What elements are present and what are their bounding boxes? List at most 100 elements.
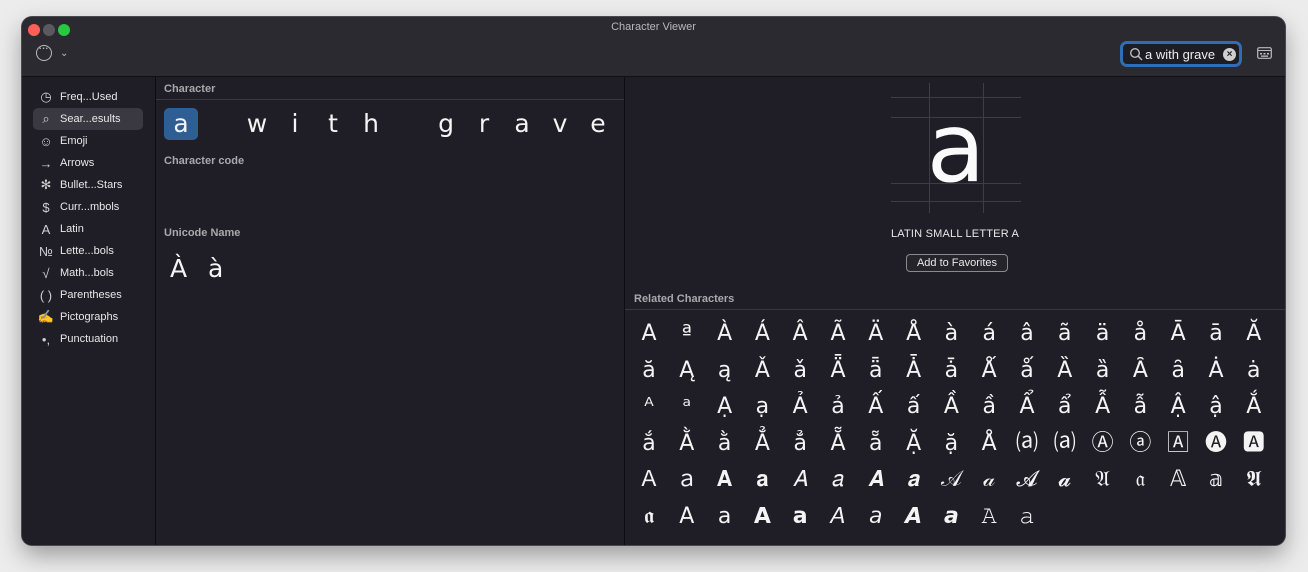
sidebar-item-pictographs[interactable]: ✍ Pictographs — [33, 306, 143, 328]
related-character[interactable]: Ă — [1236, 317, 1272, 351]
related-character[interactable]: 𝔞 — [1122, 463, 1158, 497]
sidebar-item-bullet-stars[interactable]: ✻ Bullet...Stars — [33, 174, 143, 196]
sidebar-item-freq-used[interactable]: ◷ Freq...Used — [33, 86, 143, 108]
related-character[interactable]: Ǟ — [820, 354, 856, 388]
related-character[interactable]: Ẳ — [744, 427, 780, 461]
related-character[interactable]: Ẫ — [1085, 390, 1121, 424]
related-character[interactable]: ǻ — [1009, 354, 1045, 388]
related-character[interactable]: ấ — [896, 390, 932, 424]
search-character[interactable]: r — [467, 108, 501, 140]
related-character[interactable]: 𝗔 — [744, 500, 780, 534]
related-character[interactable]: ａ — [669, 463, 705, 497]
add-to-favorites-button[interactable]: Add to Favorites — [906, 254, 1008, 272]
related-character[interactable]: Ầ — [933, 390, 969, 424]
related-character[interactable]: 𝑨 — [858, 463, 894, 497]
related-character[interactable]: Ａ — [631, 463, 667, 497]
search-character[interactable]: g — [429, 108, 463, 140]
related-character[interactable]: 𝘼 — [896, 500, 932, 534]
related-character[interactable]: Ǻ — [971, 354, 1007, 388]
related-character[interactable]: 𝙖 — [933, 500, 969, 534]
related-character[interactable]: 𝘢 — [858, 500, 894, 534]
related-character[interactable]: ǡ — [933, 354, 969, 388]
related-character[interactable]: à — [933, 317, 969, 351]
search-character[interactable]: a — [505, 108, 539, 140]
search-character[interactable]: v — [543, 108, 577, 140]
sidebar-item-arrows[interactable]: → Arrows — [33, 152, 143, 174]
related-character[interactable]: Ä — [858, 317, 894, 351]
related-character[interactable]: ắ — [631, 427, 667, 461]
related-character[interactable]: 𝑎 — [820, 463, 856, 497]
related-character[interactable]: ǎ — [782, 354, 818, 388]
related-character[interactable]: 𝐀 — [707, 463, 743, 497]
related-character[interactable]: 🅐 — [1198, 427, 1234, 461]
search-character[interactable]: a — [164, 108, 198, 140]
related-character[interactable]: 🄰 — [1160, 427, 1196, 461]
sidebar-item-latin[interactable]: A Latin — [33, 218, 143, 240]
related-character[interactable]: Ą — [669, 354, 705, 388]
related-character[interactable]: ä — [1085, 317, 1121, 351]
related-character[interactable]: ȁ — [1085, 354, 1121, 388]
related-character[interactable]: ⒜ — [1009, 427, 1045, 461]
sidebar-item-emoji[interactable]: ☺ Emoji — [33, 130, 143, 152]
related-character[interactable]: 𝐚 — [744, 463, 780, 497]
related-character[interactable]: À — [707, 317, 743, 351]
related-character[interactable]: Ā — [1160, 317, 1196, 351]
related-character[interactable]: 𝔄 — [1085, 463, 1121, 497]
related-character[interactable]: Ạ — [707, 390, 743, 424]
related-character[interactable]: Ấ — [858, 390, 894, 424]
action-menu-button[interactable]: ⌄ — [36, 40, 68, 61]
search-field[interactable]: × — [1120, 41, 1242, 67]
sidebar-item-curr-mbols[interactable]: $ Curr...mbols — [33, 196, 143, 218]
related-character[interactable]: Å — [971, 427, 1007, 461]
related-character[interactable]: 𝖠 — [669, 500, 705, 534]
related-character[interactable]: ª — [669, 317, 705, 351]
related-character[interactable]: A — [631, 317, 667, 351]
related-character[interactable]: ⒜ — [1047, 427, 1083, 461]
related-character[interactable]: Ẵ — [820, 427, 856, 461]
related-character[interactable]: ầ — [971, 390, 1007, 424]
related-character[interactable]: 𝖆 — [631, 500, 667, 534]
related-character[interactable]: 𝗮 — [782, 500, 818, 534]
related-character[interactable]: 𝒶 — [971, 463, 1007, 497]
related-character[interactable]: ȧ — [1236, 354, 1272, 388]
related-character[interactable]: ằ — [707, 427, 743, 461]
search-character[interactable]: t — [316, 108, 350, 140]
related-character[interactable]: 𝒜 — [933, 463, 969, 497]
related-character[interactable]: ẵ — [858, 427, 894, 461]
related-character[interactable]: â — [1009, 317, 1045, 351]
related-character[interactable]: ᵃ — [669, 390, 705, 424]
related-character[interactable]: Ặ — [896, 427, 932, 461]
related-character[interactable]: Ẩ — [1009, 390, 1045, 424]
related-character[interactable]: Ȃ — [1122, 354, 1158, 388]
related-character[interactable]: Ậ — [1160, 390, 1196, 424]
related-character[interactable]: 𝔸 — [1160, 463, 1196, 497]
related-character[interactable]: Á — [744, 317, 780, 351]
related-character[interactable]: ẳ — [782, 427, 818, 461]
related-character[interactable]: Ắ — [1236, 390, 1272, 424]
related-character[interactable]: Ả — [782, 390, 818, 424]
related-character[interactable]: ẩ — [1047, 390, 1083, 424]
unicode-result-char[interactable]: À — [170, 254, 187, 283]
search-character[interactable]: h — [354, 108, 388, 140]
sidebar-item-lette-bols[interactable]: № Lette...bols — [33, 240, 143, 262]
related-character[interactable]: 𝓐 — [1009, 463, 1045, 497]
related-character[interactable]: 𝕒 — [1198, 463, 1234, 497]
search-character[interactable]: w — [240, 108, 274, 140]
related-character[interactable]: 𝙰 — [971, 500, 1007, 534]
related-character[interactable]: 𝐴 — [782, 463, 818, 497]
related-character[interactable]: ǟ — [858, 354, 894, 388]
related-character[interactable]: ạ — [744, 390, 780, 424]
sidebar-item-punctuation[interactable]: •, Punctuation — [33, 328, 143, 350]
related-character[interactable]: 𝖺 — [707, 500, 743, 534]
related-character[interactable]: 𝘈 — [820, 500, 856, 534]
clear-search-icon[interactable]: × — [1223, 47, 1236, 61]
sidebar-item-sear-esults[interactable]: ⌕ Sear...esults — [33, 108, 143, 130]
search-character[interactable]: i — [278, 108, 312, 140]
related-character[interactable]: Ȧ — [1198, 354, 1234, 388]
related-character[interactable]: 🅰 — [1236, 427, 1272, 461]
related-character[interactable]: Ȁ — [1047, 354, 1083, 388]
related-character[interactable]: á — [971, 317, 1007, 351]
related-character[interactable]: ā — [1198, 317, 1234, 351]
related-character[interactable]: ậ — [1198, 390, 1234, 424]
related-character[interactable]: ả — [820, 390, 856, 424]
